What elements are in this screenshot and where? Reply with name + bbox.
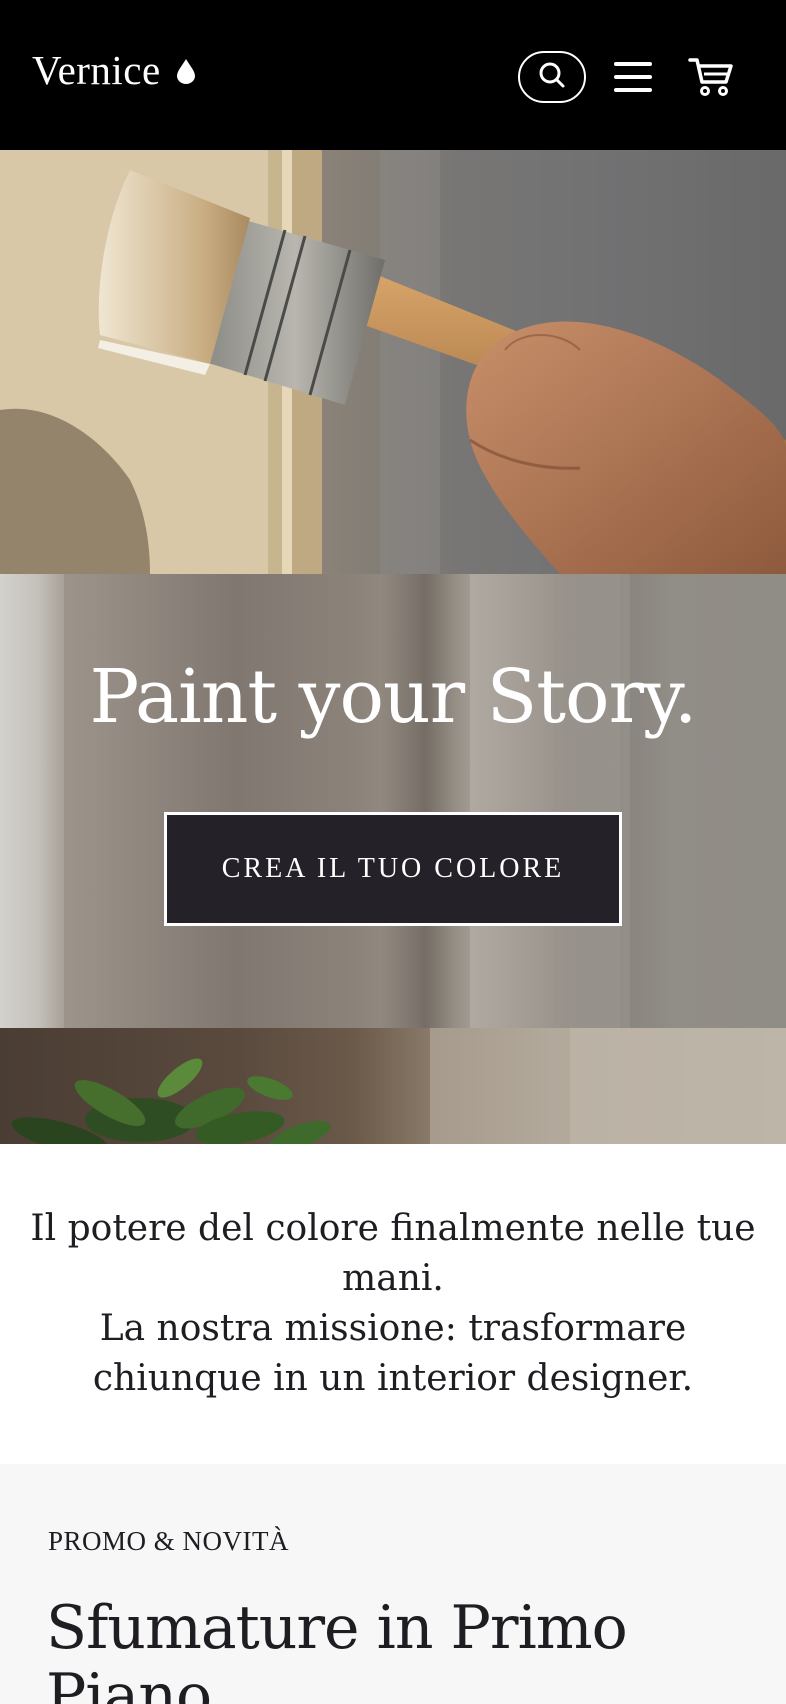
search-icon <box>537 60 567 94</box>
wall-shade <box>630 574 786 1028</box>
mission-line-1: Il potere del colore finalmente nelle tu… <box>30 1208 756 1299</box>
wall-shadow <box>380 574 470 1028</box>
hero-title: Paint your Story. <box>89 654 698 740</box>
search-button[interactable] <box>518 51 586 103</box>
promo-section: PROMO & NOVITÀ Sfumature in Primo Piano <box>0 1464 786 1704</box>
cart-button[interactable] <box>688 56 734 98</box>
promo-eyebrow: PROMO & NOVITÀ <box>48 1526 290 1556</box>
create-color-button[interactable]: CREA IL TUO COLORE <box>164 812 622 926</box>
mission-statement: Il potere del colore finalmente nelle tu… <box>30 1204 756 1404</box>
hero-brush-image <box>0 150 786 574</box>
mission-line-2: La nostra missione: trasformare chiunque… <box>92 1308 694 1399</box>
drop-icon <box>175 58 197 84</box>
hero-plant-image <box>0 1028 786 1144</box>
brand-logo-link[interactable]: Vernice <box>32 50 197 91</box>
hamburger-menu-icon <box>614 62 652 98</box>
brand-name: Vernice <box>32 47 161 93</box>
site-header: Vernice <box>0 0 786 150</box>
cart-icon <box>688 58 734 102</box>
hero-banner <box>0 574 786 1028</box>
page: Vernice Paint your Story. CREA IL TUO CO… <box>0 0 786 1704</box>
wall-light <box>470 574 620 1028</box>
mission-section: Il potere del colore finalmente nelle tu… <box>0 1144 786 1464</box>
menu-button[interactable] <box>614 60 652 94</box>
window-light <box>0 574 64 1028</box>
promo-heading: Sfumature in Primo Piano <box>46 1593 628 1704</box>
